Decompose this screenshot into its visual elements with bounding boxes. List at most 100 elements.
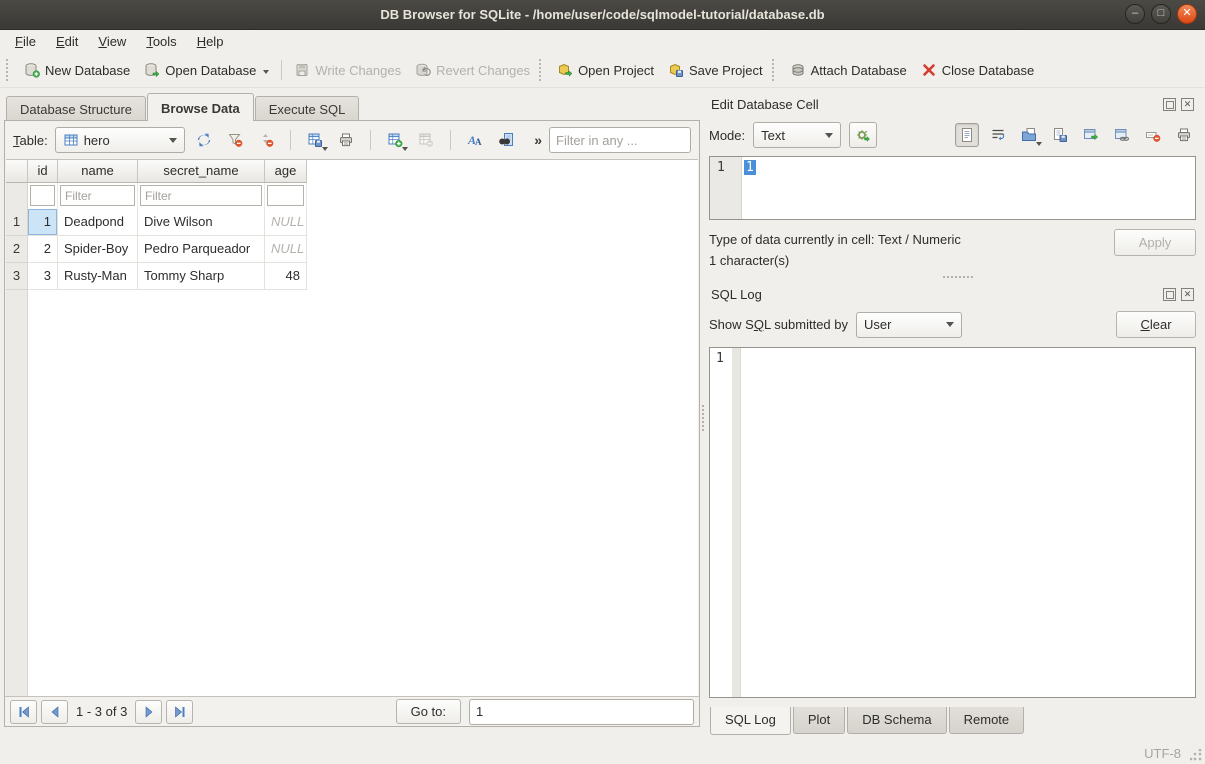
close-database-icon <box>921 62 937 78</box>
clear-log-button[interactable]: Clear <box>1116 311 1196 338</box>
previous-record-button[interactable] <box>41 700 68 724</box>
export-table-button[interactable] <box>303 128 327 152</box>
new-database-button[interactable]: New Database <box>17 58 137 82</box>
cell-age[interactable]: NULL <box>265 209 307 236</box>
maximize-button[interactable]: □ <box>1151 4 1171 24</box>
global-filter-input[interactable] <box>549 127 691 153</box>
print-cell-button[interactable] <box>1172 123 1196 147</box>
toolbar-overflow-icon[interactable]: » <box>534 132 542 148</box>
tab-plot[interactable]: Plot <box>793 707 845 734</box>
table-selector[interactable]: hero <box>55 127 185 153</box>
submitter-selector-value: User <box>864 317 891 332</box>
filter-input-age[interactable] <box>267 185 304 206</box>
window-controls: – □ ✕ <box>1125 4 1197 24</box>
cell-id[interactable]: 1 <box>28 209 58 236</box>
float-dock-icon[interactable] <box>1163 98 1176 111</box>
cell-secret-name[interactable]: Tommy Sharp <box>138 263 265 290</box>
set-null-button[interactable] <box>1141 123 1165 147</box>
copy-link-button[interactable] <box>1110 123 1134 147</box>
attach-database-icon <box>790 62 806 78</box>
open-project-button[interactable]: Open Project <box>550 58 661 82</box>
toolbar-grip[interactable] <box>539 59 545 81</box>
open-database-dropdown-icon[interactable] <box>263 70 269 74</box>
tab-execute-sql[interactable]: Execute SQL <box>255 96 360 121</box>
tab-db-schema[interactable]: DB Schema <box>847 707 946 734</box>
cell-age[interactable]: 48 <box>265 263 307 290</box>
gear-auto-icon <box>855 127 871 143</box>
print-table-button[interactable] <box>334 128 358 152</box>
tab-browse-data[interactable]: Browse Data <box>147 93 254 121</box>
menu-view[interactable]: View <box>89 32 135 51</box>
attach-database-button[interactable]: Attach Database <box>783 58 914 82</box>
clear-filters-button[interactable] <box>223 128 247 152</box>
toolbar-grip[interactable] <box>772 59 778 81</box>
column-header-name[interactable]: name <box>58 160 138 183</box>
row-number[interactable]: 3 <box>6 263 28 290</box>
font-settings-button[interactable]: AA <box>463 128 487 152</box>
save-project-button[interactable]: Save Project <box>661 58 770 82</box>
clear-sort-icon <box>258 132 274 148</box>
open-in-external-button[interactable] <box>1079 123 1103 147</box>
cell-name[interactable]: Deadpond <box>58 209 138 236</box>
submitter-selector[interactable]: User <box>856 312 962 338</box>
filter-input-name[interactable] <box>60 185 135 206</box>
cell-age[interactable]: NULL <box>265 236 307 263</box>
menu-file[interactable]: File <box>6 32 45 51</box>
column-header-id[interactable]: id <box>28 160 58 183</box>
dock-splitter[interactable] <box>709 271 1196 283</box>
find-in-cells-button[interactable] <box>494 128 518 152</box>
export-cell-data-button[interactable] <box>1048 123 1072 147</box>
close-button[interactable]: ✕ <box>1177 4 1197 24</box>
cell-name[interactable]: Spider-Boy <box>58 236 138 263</box>
column-header-secret-name[interactable]: secret_name <box>138 160 265 183</box>
cell-name[interactable]: Rusty-Man <box>58 263 138 290</box>
insert-record-button[interactable] <box>383 128 407 152</box>
import-cell-data-button[interactable] <box>1017 123 1041 147</box>
goto-input[interactable] <box>469 699 694 725</box>
resize-grip-icon[interactable] <box>1190 749 1202 761</box>
float-dock-icon[interactable] <box>1163 288 1176 301</box>
cell-id[interactable]: 2 <box>28 236 58 263</box>
auto-mode-button[interactable] <box>849 122 877 148</box>
bottom-tab-bar: SQL Log Plot DB Schema Remote <box>709 707 1196 735</box>
clear-sorting-button[interactable] <box>254 128 278 152</box>
row-number[interactable]: 1 <box>6 209 28 236</box>
menu-tools[interactable]: Tools <box>137 32 185 51</box>
open-database-button[interactable]: Open Database <box>137 58 276 82</box>
filter-input-secret-name[interactable] <box>140 185 262 206</box>
next-record-button[interactable] <box>135 700 162 724</box>
column-header-age[interactable]: age <box>265 160 307 183</box>
tab-remote[interactable]: Remote <box>949 707 1025 734</box>
window-title: DB Browser for SQLite - /home/user/code/… <box>0 7 1205 22</box>
panel-splitter[interactable] <box>700 93 707 743</box>
tab-sql-log[interactable]: SQL Log <box>710 707 791 735</box>
menu-help[interactable]: Help <box>188 32 233 51</box>
close-dock-icon[interactable]: ✕ <box>1181 288 1194 301</box>
word-wrap-button[interactable] <box>986 123 1010 147</box>
cell-secret-name[interactable]: Dive Wilson <box>138 209 265 236</box>
grid-corner[interactable] <box>6 160 28 183</box>
menu-edit[interactable]: Edit <box>47 32 87 51</box>
mode-selector[interactable]: Text <box>753 122 841 148</box>
close-database-button[interactable]: Close Database <box>914 58 1042 82</box>
cell-editor[interactable]: 1 1 <box>709 156 1196 220</box>
refresh-button[interactable] <box>192 128 216 152</box>
font-icon: AA <box>467 132 483 148</box>
first-record-button[interactable] <box>10 700 37 724</box>
cell-info-row: Type of data currently in cell: Text / N… <box>709 229 1196 271</box>
cell-secret-name[interactable]: Pedro Parqueador <box>138 236 265 263</box>
row-number[interactable]: 2 <box>6 236 28 263</box>
toolbar-grip[interactable] <box>6 59 12 81</box>
filter-input-id[interactable] <box>30 185 55 206</box>
cell-id[interactable]: 3 <box>28 263 58 290</box>
goto-button[interactable]: Go to: <box>396 699 461 724</box>
word-wrap-icon <box>990 127 1006 143</box>
tab-database-structure[interactable]: Database Structure <box>6 96 146 121</box>
sql-log-controls: Show SQL submitted by User Clear <box>709 311 1196 338</box>
minimize-button[interactable]: – <box>1125 4 1145 24</box>
text-mode-button[interactable] <box>955 123 979 147</box>
close-dock-icon[interactable]: ✕ <box>1181 98 1194 111</box>
cell-editor-content[interactable]: 1 <box>742 157 1195 219</box>
sql-log-view[interactable]: 1 <box>709 347 1196 698</box>
last-record-button[interactable] <box>166 700 193 724</box>
